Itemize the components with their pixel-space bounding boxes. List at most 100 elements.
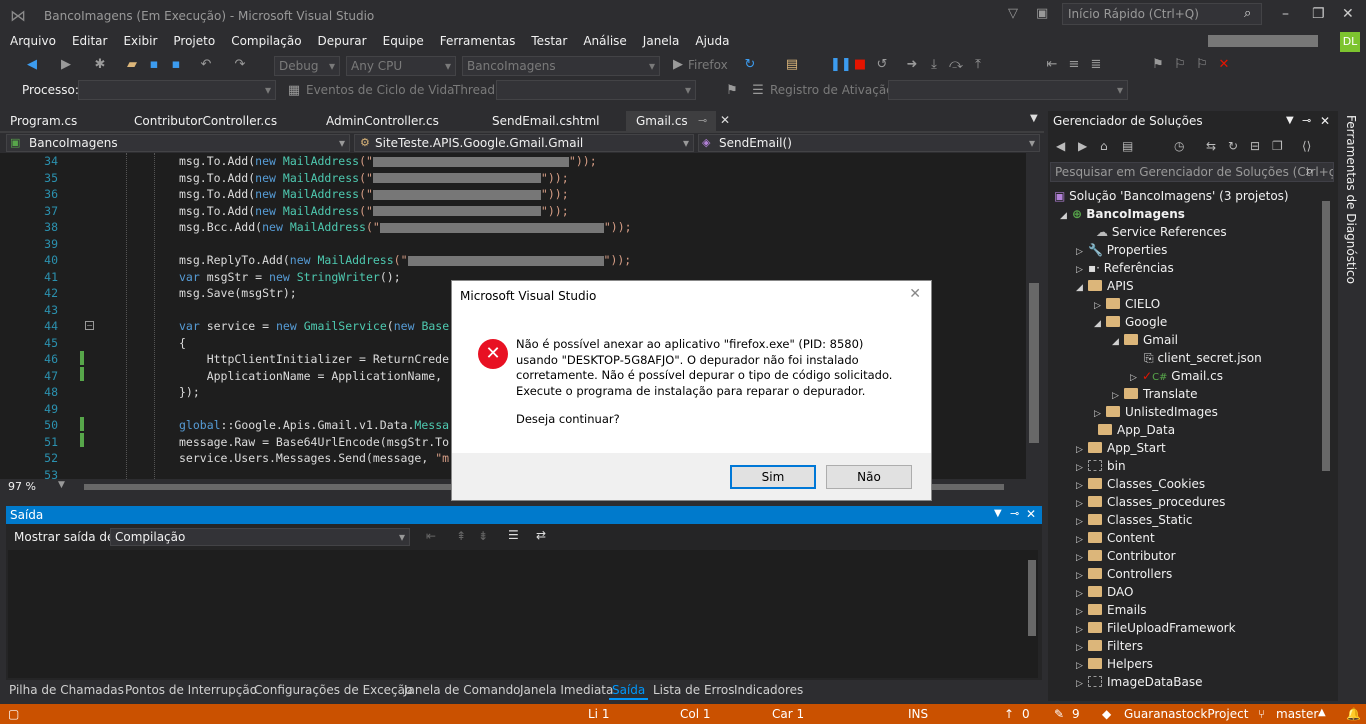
search-icon[interactable]: ⌕ <box>1306 164 1313 179</box>
notifications-icon[interactable]: 🔔 <box>1346 707 1361 721</box>
tree-item-service-references[interactable]: ☁ Service References <box>1096 223 1227 241</box>
tab-breakpoints[interactable]: Pontos de Interrupção <box>122 682 260 698</box>
window-position-icon[interactable]: ▼ <box>994 508 1002 519</box>
restore-icon[interactable]: ❐ <box>1312 6 1325 22</box>
bookmark-icon[interactable]: ⚑ <box>1150 57 1166 73</box>
tree-item-gmail-folder[interactable]: ◢ Gmail <box>1112 331 1178 349</box>
tree-item-filters[interactable]: ▷ Filters <box>1076 637 1143 655</box>
tree-item-references[interactable]: ▷ ▪· Referências <box>1076 259 1174 277</box>
clear-all-icon[interactable]: ☰ <box>508 528 519 542</box>
configuration-dropdown[interactable]: Debug <box>274 56 340 76</box>
browser-selector[interactable]: Firefox <box>688 58 728 72</box>
output-source-dropdown[interactable]: Compilação <box>110 528 410 546</box>
pause-icon[interactable]: ❚❚ <box>830 57 852 73</box>
menu-janela[interactable]: Janela <box>635 32 688 50</box>
tree-item-gmail-cs[interactable]: ▷ ✓C# Gmail.cs <box>1130 367 1223 385</box>
prev-message-icon[interactable]: ⇞ <box>456 529 466 543</box>
save-icon[interactable]: ▪ <box>146 57 162 73</box>
next-bookmark-icon[interactable]: ⚐ <box>1194 57 1210 73</box>
menu-compilacao[interactable]: Compilação <box>223 32 309 50</box>
unpushed-count[interactable]: 0 <box>1022 707 1030 721</box>
process-icon[interactable]: ▤ <box>784 57 800 73</box>
save-all-icon[interactable]: ▪ <box>168 57 184 73</box>
menu-arquivo[interactable]: Arquivo <box>2 32 64 50</box>
minimize-icon[interactable]: – <box>1282 6 1289 22</box>
tree-item-image-database[interactable]: ▷ ImageDataBase <box>1076 673 1202 691</box>
properties-icon[interactable]: ⟨⟩ <box>1302 139 1311 153</box>
scrollbar-thumb[interactable] <box>1029 283 1039 443</box>
menu-depurar[interactable]: Depurar <box>310 32 375 50</box>
close-solution-explorer-icon[interactable]: ✕ <box>1320 114 1330 128</box>
process-dropdown[interactable] <box>78 80 276 100</box>
show-next-statement-icon[interactable]: ➜ <box>904 57 920 73</box>
solution-root[interactable]: ▣ Solução 'BancoImagens' (3 projetos) <box>1054 187 1289 205</box>
tree-item-unlisted-images[interactable]: ▷ UnlistedImages <box>1094 403 1218 421</box>
editor-vertical-scrollbar[interactable] <box>1026 153 1042 479</box>
tree-item-app-data[interactable]: App_Data <box>1098 421 1175 439</box>
close-tab-icon[interactable]: ✕ <box>720 113 730 127</box>
flag-threads-icon[interactable]: ⚑ <box>724 83 740 99</box>
menu-ferramentas[interactable]: Ferramentas <box>432 32 524 50</box>
class-nav-dropdown[interactable]: SiteTeste.APIS.Google.Gmail.Gmail <box>354 134 694 152</box>
back-icon[interactable]: ◀ <box>1056 139 1065 153</box>
tree-item-controllers[interactable]: ▷ Controllers <box>1076 565 1172 583</box>
start-icon[interactable]: ▶ <box>670 57 686 73</box>
menu-equipe[interactable]: Equipe <box>375 32 432 50</box>
expanded-icon[interactable]: ◢ <box>1112 333 1124 351</box>
quick-launch-input[interactable]: Início Rápido (Ctrl+Q) <box>1062 3 1262 25</box>
step-into-icon[interactable]: ⤓ <box>926 57 942 73</box>
clear-bookmarks-icon[interactable]: ✕ <box>1216 57 1232 73</box>
sync-icon[interactable]: ⇆ <box>1206 139 1216 153</box>
uncomment-icon[interactable]: ≣ <box>1088 57 1104 73</box>
menu-editar[interactable]: Editar <box>64 32 116 50</box>
zoom-level[interactable]: 97 % <box>8 480 36 493</box>
new-project-icon[interactable]: ✱ <box>92 57 108 73</box>
tree-item-classes-procedures[interactable]: ▷ Classes_procedures <box>1076 493 1225 511</box>
solution-scrollbar-thumb[interactable] <box>1322 201 1330 471</box>
tab-call-stack[interactable]: Pilha de Chamadas <box>6 682 127 698</box>
close-output-icon[interactable]: ✕ <box>1026 507 1036 521</box>
tab-immediate-window[interactable]: Janela Imediata <box>517 682 616 698</box>
tree-item-dao[interactable]: ▷ DAO <box>1076 583 1133 601</box>
pin-tab-icon[interactable]: ⊸ <box>698 114 707 127</box>
tree-item-file-upload-framework[interactable]: ▷ FileUploadFramework <box>1076 619 1236 637</box>
tree-item-helpers[interactable]: ▷ Helpers <box>1076 655 1153 673</box>
zoom-dropdown-icon[interactable]: ▼ <box>58 480 65 490</box>
forward-icon[interactable]: ▶ <box>1078 139 1087 153</box>
format-icon[interactable]: ⇤ <box>1044 57 1060 73</box>
menu-testar[interactable]: Testar <box>523 32 575 50</box>
word-wrap-icon[interactable]: ⇄ <box>536 528 546 542</box>
stack-frame-dropdown[interactable] <box>888 80 1128 100</box>
undo-icon[interactable]: ↶ <box>198 57 214 73</box>
comment-icon[interactable]: ≡ <box>1066 57 1082 73</box>
solution-search-input[interactable]: Pesquisar em Gerenciador de Soluções (Ct… <box>1050 162 1334 182</box>
restart-icon[interactable]: ↺ <box>874 57 890 73</box>
avatar[interactable]: DL <box>1340 32 1360 52</box>
tree-item-apis[interactable]: ◢ APIS <box>1076 277 1134 295</box>
tree-item-content[interactable]: ▷ Content <box>1076 529 1155 547</box>
prev-bookmark-icon[interactable]: ⚐ <box>1172 57 1188 73</box>
platform-dropdown[interactable]: Any CPU <box>346 56 456 76</box>
pending-changes-icon[interactable]: ◷ <box>1174 139 1184 153</box>
window-position-icon[interactable]: ▼ <box>1286 115 1294 126</box>
tree-item-app-start[interactable]: ▷ App_Start <box>1076 439 1166 457</box>
stop-icon[interactable]: ■ <box>852 57 868 73</box>
forward-icon[interactable]: ▶ <box>58 57 74 73</box>
pin-icon[interactable]: ⊸ <box>1302 114 1311 127</box>
tree-item-contributor[interactable]: ▷ Contributor <box>1076 547 1176 565</box>
dialog-close-icon[interactable]: ✕ <box>909 286 921 302</box>
tree-item-google[interactable]: ◢ Google <box>1094 313 1167 331</box>
collapsed-icon[interactable]: ▷ <box>1076 675 1088 693</box>
thread-dropdown[interactable] <box>496 80 696 100</box>
back-icon[interactable]: ◀ <box>24 57 40 73</box>
tab-send-email-cshtml[interactable]: SendEmail.cshtml <box>482 111 610 131</box>
diagnostic-tools-tab[interactable]: Ferramentas de Diagnóstico <box>1344 115 1358 284</box>
tree-item-emails[interactable]: ▷ Emails <box>1076 601 1147 619</box>
redo-icon[interactable]: ↷ <box>232 57 248 73</box>
expanded-icon[interactable]: ◢ <box>1094 315 1106 333</box>
menu-ajuda[interactable]: Ajuda <box>687 32 737 50</box>
branch-name[interactable]: master <box>1276 707 1318 721</box>
tree-item-bin[interactable]: ▷ bin <box>1076 457 1126 475</box>
refresh-icon[interactable]: ↻ <box>1228 139 1238 153</box>
next-message-icon[interactable]: ⇟ <box>478 529 488 543</box>
